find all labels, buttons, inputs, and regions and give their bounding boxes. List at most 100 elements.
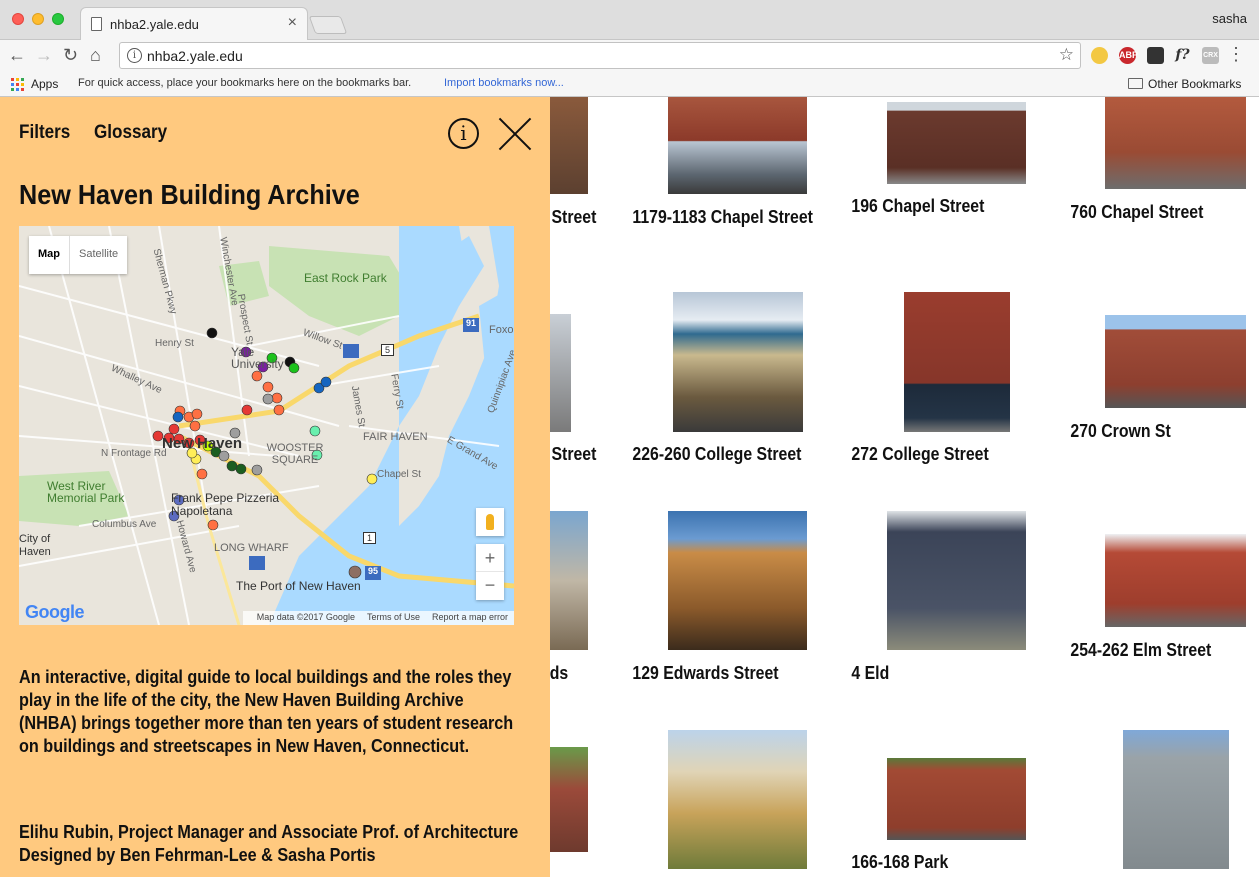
- terms-of-use-link[interactable]: Terms of Use: [367, 612, 420, 625]
- building-caption[interactable]: 270 Crown St: [1070, 421, 1259, 442]
- window-zoom-button[interactable]: [52, 13, 64, 25]
- filters-link[interactable]: Filters: [19, 122, 70, 144]
- map-label: Foxon: [489, 324, 514, 336]
- building-photo[interactable]: [668, 730, 807, 869]
- building-photo[interactable]: [887, 511, 1026, 650]
- credits: Elihu Rubin, Project Manager and Associa…: [19, 821, 523, 867]
- building-photo[interactable]: [668, 511, 807, 650]
- site-info-icon[interactable]: i: [127, 48, 142, 63]
- route-5-shield: 5: [381, 344, 395, 356]
- browser-toolbar: ← → ↻ ⌂ i nhba2.yale.edu ☆ ABP f? CRX ⋮: [0, 40, 1259, 72]
- profile-name[interactable]: sasha: [1212, 11, 1247, 26]
- map-label: New Haven: [162, 435, 243, 452]
- building-caption[interactable]: Street: [544, 207, 596, 228]
- map-label: West River Memorial Park: [47, 479, 125, 505]
- map-label: The Port of New Haven: [236, 579, 361, 593]
- building-caption[interactable]: 196 Chapel Street: [851, 196, 1062, 217]
- close-icon[interactable]: [499, 118, 531, 150]
- info-icon[interactable]: i: [448, 118, 479, 149]
- window-minimize-button[interactable]: [32, 13, 44, 25]
- page-icon: [91, 17, 102, 31]
- map-label: East Rock Park: [304, 271, 387, 285]
- building-caption[interactable]: 129 Edwards Street: [632, 663, 843, 684]
- adblock-icon[interactable]: ABP: [1119, 47, 1138, 64]
- crx-icon[interactable]: CRX: [1202, 47, 1219, 64]
- building-caption[interactable]: 4 Eld: [851, 663, 1062, 684]
- map-footer: Map data ©2017 Google Terms of Use Repor…: [242, 611, 514, 625]
- credit-line: Designed by Ben Fehrman-Lee & Sasha Port…: [19, 845, 376, 865]
- building-caption[interactable]: 254-262 Elm Street: [1070, 640, 1259, 661]
- building-photo[interactable]: [887, 102, 1026, 184]
- zoom-control: + −: [476, 544, 504, 600]
- back-icon[interactable]: ←: [8, 45, 26, 65]
- window-close-button[interactable]: [12, 13, 24, 25]
- map-type-map-button[interactable]: Map: [29, 236, 69, 274]
- building-photo[interactable]: [1105, 315, 1246, 408]
- map-type-satellite-button[interactable]: Satellite: [69, 236, 127, 274]
- building-photo[interactable]: [1105, 534, 1246, 627]
- report-map-error-link[interactable]: Report a map error: [432, 612, 508, 625]
- bookmark-star-icon[interactable]: ☆: [1059, 45, 1074, 65]
- building-caption[interactable]: 760 Chapel Street: [1070, 202, 1259, 223]
- zoom-in-button[interactable]: +: [476, 544, 504, 572]
- apps-link[interactable]: Apps: [31, 77, 58, 91]
- building-photo[interactable]: [1105, 97, 1246, 189]
- address-bar[interactable]: i nhba2.yale.edu ☆: [119, 42, 1081, 69]
- font-finder-icon[interactable]: f?: [1174, 47, 1191, 64]
- forward-icon[interactable]: →: [35, 45, 53, 65]
- map-label: N Frontage Rd: [101, 448, 167, 459]
- interstate-95-shield: 95: [368, 566, 379, 576]
- building-photo[interactable]: [668, 97, 807, 194]
- map-label: WOOSTER SQUARE: [266, 442, 324, 466]
- import-bookmarks-link[interactable]: Import bookmarks now...: [444, 77, 564, 89]
- credit-line: Elihu Rubin, Project Manager and Associa…: [19, 822, 519, 842]
- building-photo[interactable]: [904, 292, 1010, 432]
- home-icon[interactable]: ⌂: [90, 45, 101, 65]
- building-caption[interactable]: Street: [544, 444, 596, 465]
- route-1-shield: 1: [363, 532, 377, 544]
- street-view-pegman-icon[interactable]: [476, 508, 504, 536]
- map-label: Henry St: [155, 338, 194, 349]
- folder-icon: [1128, 78, 1143, 89]
- extension-window-icon[interactable]: [1147, 47, 1164, 64]
- map-type-control: Map Satellite: [29, 236, 128, 274]
- url-text[interactable]: nhba2.yale.edu: [147, 48, 243, 64]
- building-photo[interactable]: [1123, 730, 1229, 869]
- building-caption[interactable]: 1179-1183 Chapel Street: [632, 207, 843, 228]
- browser-tab[interactable]: nhba2.yale.edu ×: [80, 7, 308, 40]
- info-panel: Filters Glossary i New Haven Building Ar…: [0, 97, 550, 877]
- map-label: Yale University: [231, 345, 284, 371]
- map-label: Columbus Ave: [92, 519, 157, 530]
- archive-description: An interactive, digital guide to local b…: [19, 667, 514, 756]
- map-data-credit: Map data ©2017 Google: [256, 612, 355, 622]
- tab-title: nhba2.yale.edu: [110, 17, 199, 32]
- map-label: Frank Pepe Pizzeria Napoletana: [171, 491, 280, 518]
- other-bookmarks-link[interactable]: Other Bookmarks: [1148, 77, 1241, 91]
- map-canvas: [19, 226, 514, 625]
- map-label: LONG WHARF: [214, 542, 289, 554]
- map-label: FAIR HAVEN: [363, 431, 428, 443]
- building-photo[interactable]: [887, 758, 1026, 840]
- building-caption[interactable]: 272 College Street: [851, 444, 1062, 465]
- bookmarks-bar: Apps For quick access, place your bookma…: [0, 72, 1259, 97]
- apps-grid-icon[interactable]: [11, 78, 24, 91]
- browser-menu-icon[interactable]: ⋮: [1227, 44, 1245, 65]
- zoom-out-button[interactable]: −: [476, 572, 504, 600]
- page-title: New Haven Building Archive: [19, 179, 360, 210]
- map-label: Chapel St: [377, 469, 421, 480]
- map[interactable]: East Rock Park Yale University New Haven…: [19, 226, 514, 625]
- building-photo[interactable]: [673, 292, 803, 432]
- page-content: Street 1179-1183 Chapel Street 196 Chape…: [0, 97, 1259, 877]
- tab-close-icon[interactable]: ×: [288, 14, 297, 32]
- extension-emoji-icon[interactable]: [1091, 47, 1108, 64]
- google-logo[interactable]: Google: [25, 602, 85, 623]
- glossary-link[interactable]: Glossary: [94, 122, 167, 144]
- new-tab-button[interactable]: [308, 16, 348, 34]
- bookmarks-hint: For quick access, place your bookmarks h…: [78, 77, 412, 89]
- building-caption[interactable]: 166-168 Park: [851, 852, 1062, 873]
- browser-tab-bar: nhba2.yale.edu × sasha: [0, 0, 1259, 40]
- building-caption[interactable]: 226-260 College Street: [632, 444, 843, 465]
- interstate-91-shield: 91: [466, 318, 477, 328]
- reload-icon[interactable]: ↻: [63, 45, 78, 65]
- map-label: City of Haven: [19, 533, 51, 558]
